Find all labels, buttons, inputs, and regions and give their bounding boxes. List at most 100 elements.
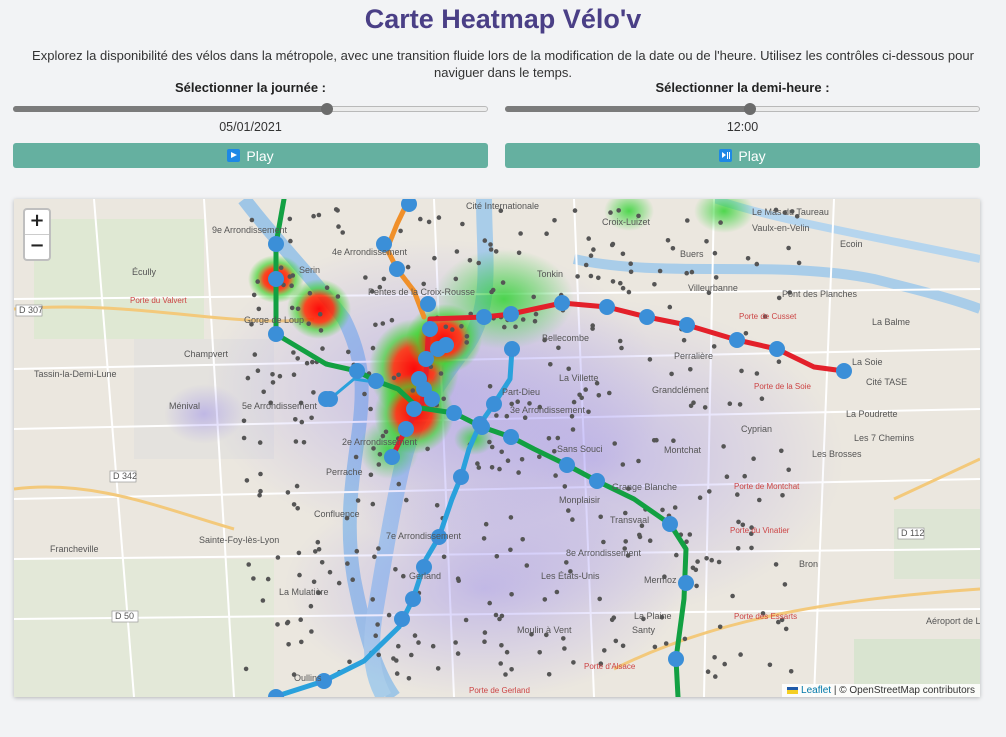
day-slider-thumb[interactable] [320,103,333,115]
bike-station-dot [354,548,360,554]
metro-station-marker[interactable] [420,296,436,312]
metro-station-marker[interactable] [406,401,422,417]
day-slider[interactable] [13,100,488,116]
metro-station-marker[interactable] [486,396,502,412]
bike-station-dot [776,295,782,301]
bike-station-dot [309,415,314,421]
bike-station-dot [295,306,301,312]
metro-station-marker[interactable] [268,326,284,342]
bike-station-dot [663,641,669,646]
metro-station-marker[interactable] [589,473,605,489]
zoom-in-button[interactable]: + [25,210,49,234]
map-place-label: Bellecombe [542,333,589,343]
metro-station-marker[interactable] [424,391,440,407]
metro-station-marker[interactable] [438,337,454,353]
play-day-button[interactable]: Play [13,143,488,168]
map-place-label: Croix-Luizet [602,217,651,227]
metro-station-marker[interactable] [668,651,684,667]
metro-station-marker[interactable] [446,405,462,421]
bike-station-dot [546,672,552,677]
metro-station-marker[interactable] [503,429,519,445]
halfhour-slider[interactable] [505,100,980,116]
metro-station-marker[interactable] [398,421,414,437]
metro-station-marker[interactable] [554,295,570,311]
metro-station-marker[interactable] [405,591,421,607]
metro-station-marker[interactable] [639,309,655,325]
bike-station-dot [494,413,499,418]
bike-station-dot [270,380,276,385]
bike-station-dot [620,251,626,257]
metro-station-marker[interactable] [729,332,745,348]
bike-station-dot [767,662,773,668]
bike-station-dot [410,388,416,393]
bike-station-dot [376,546,381,551]
metro-station-marker[interactable] [662,516,678,532]
metro-station-marker[interactable] [389,261,405,277]
map-place-label: Buers [680,249,704,259]
bike-station-dot [609,617,615,623]
bike-station-dot [619,345,624,351]
bike-station-dot [657,268,663,274]
bike-station-dot [532,318,538,324]
bike-station-dot [335,294,341,299]
map-canvas[interactable]: Cité Internationale Le Mas du Taureau Vaul… [14,199,980,697]
metro-station-marker[interactable] [268,271,284,287]
osm-attribution: | © OpenStreetMap contributors [833,685,975,696]
zoom-out-button[interactable]: − [25,234,49,259]
metro-station-marker[interactable] [411,371,427,387]
bike-station-dot [319,560,325,565]
bike-station-dot [612,441,617,446]
bike-station-dot [476,260,482,266]
metro-station-marker[interactable] [678,575,694,591]
map-place-label: Monplaisir [559,495,600,505]
metro-station-marker[interactable] [679,317,695,333]
map-place-label: La Balme [872,317,910,327]
metro-station-marker[interactable] [503,306,519,322]
metro-station-marker[interactable] [769,341,785,357]
bike-station-dot [289,305,295,311]
bike-station-dot [311,213,316,219]
halfhour-control: Sélectionner la demi-heure : 12:00 Play [505,80,980,168]
metro-station-marker[interactable] [322,391,338,407]
metro-station-marker[interactable] [836,363,852,379]
metro-station-marker[interactable] [504,341,520,357]
heatmap-map[interactable]: Cité Internationale Le Mas du Taureau Vaul… [14,199,980,697]
metro-station-marker[interactable] [394,611,410,627]
metro-station-marker[interactable] [476,309,492,325]
metro-station-marker[interactable] [559,457,575,473]
bike-station-dot [713,275,719,280]
metro-station-marker[interactable] [368,373,384,389]
bike-station-dot [637,532,642,538]
bike-station-dot [376,652,382,658]
metro-station-marker[interactable] [472,416,488,432]
bike-station-dot [260,598,266,603]
play-halfhour-button[interactable]: Play [505,143,980,168]
metro-station-marker[interactable] [384,449,400,465]
bike-station-dot [598,514,603,520]
bike-station-dot [586,236,591,241]
bike-station-dot [570,517,575,522]
halfhour-slider-thumb[interactable] [743,103,756,115]
bike-station-dot [261,389,266,395]
bike-station-dot [324,285,330,290]
bike-station-dot [570,427,576,432]
bike-station-dot [623,539,628,544]
metro-station-marker[interactable] [268,236,284,252]
map-place-label: Ménival [169,401,200,411]
bike-station-dot [288,238,293,244]
metro-station-marker[interactable] [422,321,438,337]
bike-station-dot [712,655,717,660]
bike-station-dot [286,642,291,647]
bike-station-dot [520,317,526,322]
bike-station-dot [436,215,442,220]
metro-station-marker[interactable] [349,363,365,379]
metro-station-marker[interactable] [599,299,615,315]
map-place-label: Part-Dieu [502,387,540,397]
bike-station-dot [583,262,589,268]
bike-station-dot [291,350,296,355]
metro-station-marker[interactable] [453,469,469,485]
leaflet-link[interactable]: Leaflet [801,685,831,696]
bike-station-dot [362,391,367,397]
bike-station-dot [370,597,376,602]
bike-station-dot [773,562,779,567]
